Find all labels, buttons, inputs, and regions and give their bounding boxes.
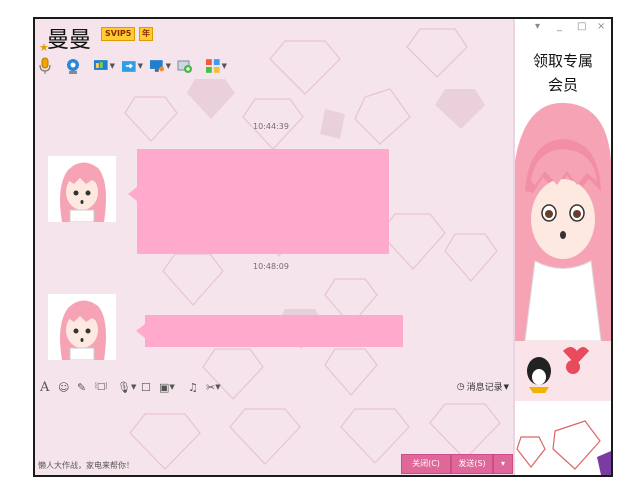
chevron-down-icon[interactable]: ▼ bbox=[166, 62, 171, 70]
image-icon[interactable]: ▣ ▼ bbox=[159, 379, 175, 395]
scissors-icon[interactable]: ✂ ▼ bbox=[206, 379, 221, 395]
menu-button[interactable]: ▾ bbox=[535, 21, 540, 32]
video-call-icon[interactable] bbox=[65, 56, 87, 76]
chat-header: 曼曼 ★ SVIP5 年 ▼ ▼ ▼ ▼ bbox=[35, 19, 513, 89]
close-window-button[interactable]: × bbox=[597, 21, 605, 32]
bubble-tail bbox=[128, 187, 137, 201]
message-history-button[interactable]: ◷ 消息记录 ▼ bbox=[456, 380, 509, 394]
chat-toolbar: ▼ ▼ ▼ ▼ bbox=[37, 55, 233, 77]
music-icon[interactable]: ♫ bbox=[188, 379, 198, 395]
chat-window: 曼曼 ★ SVIP5 年 ▼ ▼ ▼ ▼ 10:44:39 10:48:09 A… bbox=[33, 17, 613, 477]
message-timestamp: 10:48:09 bbox=[253, 262, 289, 271]
font-icon[interactable]: A bbox=[40, 379, 49, 395]
edit-icon[interactable]: ☐ bbox=[141, 379, 151, 395]
avatar[interactable] bbox=[48, 156, 116, 222]
magic-wand-icon[interactable]: ✎ bbox=[77, 379, 86, 395]
ad-text[interactable]: 懒人大作战，家电来帮你！ bbox=[38, 460, 134, 471]
maximize-button[interactable]: □ bbox=[577, 21, 586, 32]
close-button[interactable]: 关闭(C) bbox=[401, 454, 451, 474]
minimize-button[interactable]: _ bbox=[557, 21, 562, 32]
promo-line-2: 会员 bbox=[547, 76, 578, 94]
message-timestamp: 10:44:39 bbox=[253, 122, 289, 131]
input-toolbar: A ☺ ✎ ⦚□⦚ 🎙︎ ▼ ☐ ▣ ▼ ♫ ✂ ▼ ◷ 消息记录 ▼ bbox=[35, 376, 513, 398]
message-input[interactable] bbox=[35, 399, 513, 455]
send-button[interactable]: 发送(S) bbox=[451, 454, 493, 474]
file-transfer-icon[interactable]: ▼ bbox=[121, 56, 143, 76]
bubble-tail bbox=[136, 324, 145, 338]
emoji-icon[interactable]: ☺ bbox=[58, 379, 69, 395]
send-options-button[interactable]: ▾ bbox=[493, 454, 513, 474]
svip-badge[interactable]: SVIP5 bbox=[101, 27, 136, 41]
history-label: 消息记录 bbox=[466, 383, 503, 393]
chevron-down-icon[interactable]: ▼ bbox=[222, 62, 227, 70]
promo-sidebar: ▾ _ □ × 领取专属 会员 bbox=[515, 19, 611, 475]
voice-message-icon[interactable]: 🎙︎ ▼ bbox=[117, 379, 136, 395]
chevron-down-icon[interactable]: ▼ bbox=[110, 62, 115, 70]
promo-line-1: 领取专属 bbox=[532, 52, 593, 70]
chevron-down-icon[interactable]: ▼ bbox=[138, 62, 143, 70]
promo-illustration[interactable] bbox=[515, 101, 611, 475]
clock-icon: ◷ bbox=[456, 381, 465, 392]
message-bubble[interactable] bbox=[145, 315, 403, 347]
contact-name[interactable]: 曼曼 bbox=[47, 22, 91, 54]
message-bubble[interactable] bbox=[137, 149, 389, 254]
avatar[interactable] bbox=[48, 294, 116, 360]
shake-icon[interactable]: ⦚□⦚ bbox=[95, 379, 107, 395]
launch-app-icon[interactable] bbox=[177, 56, 199, 76]
screen-share-icon[interactable]: ▼ bbox=[93, 56, 115, 76]
chevron-down-icon: ▼ bbox=[503, 382, 509, 391]
apps-grid-icon[interactable]: ▼ bbox=[205, 56, 227, 76]
annual-badge[interactable]: 年 bbox=[139, 27, 153, 41]
microphone-icon[interactable] bbox=[37, 56, 59, 76]
star-icon: ★ bbox=[39, 41, 49, 54]
remote-desktop-icon[interactable]: ▼ bbox=[149, 56, 171, 76]
promo-text[interactable]: 领取专属 会员 bbox=[515, 49, 611, 97]
